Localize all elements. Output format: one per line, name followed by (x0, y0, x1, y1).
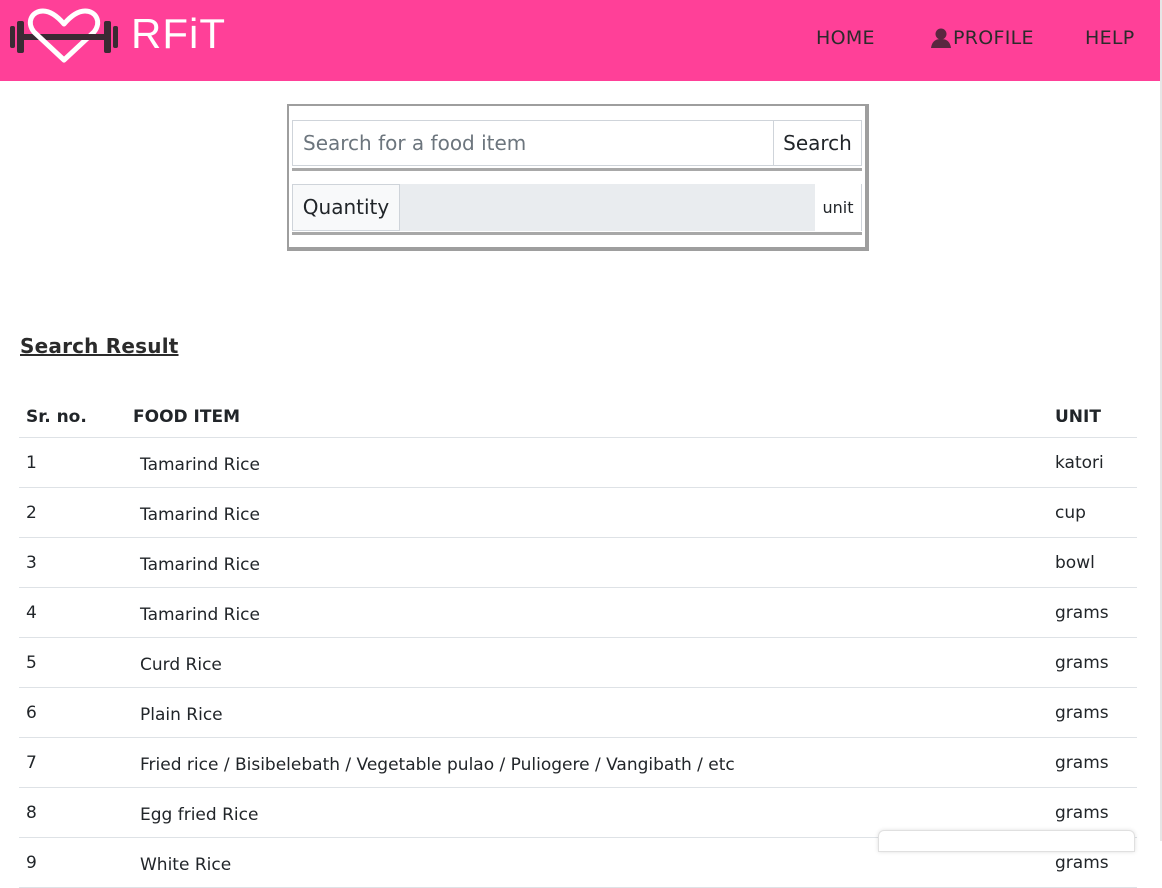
table-row[interactable]: 4 Tamarind Rice grams (19, 587, 1137, 638)
top-navbar: RFiT HOME PROFILE HELP (0, 0, 1160, 81)
table-row[interactable]: 3 Tamarind Rice bowl (19, 537, 1137, 588)
row-food-item: Tamarind Rice (126, 587, 1048, 638)
quantity-input[interactable] (400, 184, 815, 231)
nav-profile-link[interactable]: PROFILE (930, 25, 1034, 51)
row-unit: grams (1048, 737, 1137, 788)
row-food-item: Fried rice / Bisibelebath / Vegetable pu… (126, 737, 1048, 788)
row-sr-no: 5 (19, 637, 126, 688)
row-sr-no: 4 (19, 587, 126, 638)
row-sr-no: 2 (19, 487, 126, 538)
row-unit: grams (1048, 637, 1137, 688)
row-unit: katori (1048, 437, 1137, 488)
row-food-item: Plain Rice (126, 687, 1048, 738)
row-sr-no: 7 (19, 737, 126, 788)
row-food-item: Tamarind Rice (126, 487, 1048, 538)
row-unit: grams (1048, 687, 1137, 738)
table-row[interactable]: 1 Tamarind Rice katori (19, 437, 1137, 488)
food-search-panel: Search Quantity unit (287, 104, 869, 251)
header-sr-no: Sr. no. (19, 396, 126, 438)
row-sr-no: 8 (19, 787, 126, 838)
table-row[interactable]: 5 Curd Rice grams (19, 637, 1137, 688)
header-unit: UNIT (1048, 396, 1137, 438)
table-header-row: Sr. no. FOOD ITEM UNIT (19, 396, 1137, 438)
nav-help-link[interactable]: HELP (1085, 25, 1135, 51)
heart-dumbbell-icon[interactable] (8, 8, 120, 66)
quantity-label: Quantity (292, 184, 400, 231)
table-row[interactable]: 7 Fried rice / Bisibelebath / Vegetable … (19, 737, 1137, 788)
row-food-item: Tamarind Rice (126, 537, 1048, 588)
search-button[interactable]: Search (774, 120, 862, 166)
header-food-item: FOOD ITEM (126, 396, 1048, 438)
row-sr-no: 1 (19, 437, 126, 488)
table-row[interactable]: 6 Plain Rice grams (19, 687, 1137, 738)
row-sr-no: 9 (19, 837, 126, 888)
unit-label: unit (815, 184, 862, 231)
row-food-item: Curd Rice (126, 637, 1048, 688)
row-food-item: Tamarind Rice (126, 437, 1048, 488)
food-search-input[interactable] (292, 120, 774, 166)
row-unit: cup (1048, 487, 1137, 538)
search-row: Search (292, 120, 862, 171)
person-icon (931, 28, 951, 48)
row-sr-no: 6 (19, 687, 126, 738)
row-unit: bowl (1048, 537, 1137, 588)
quantity-row: Quantity unit (292, 184, 862, 235)
brand-name[interactable]: RFiT (131, 10, 226, 58)
row-unit: grams (1048, 587, 1137, 638)
table-row[interactable]: 2 Tamarind Rice cup (19, 487, 1137, 538)
nav-profile-label: PROFILE (953, 27, 1034, 49)
chat-widget-tab[interactable] (878, 830, 1135, 852)
search-results-table: Sr. no. FOOD ITEM UNIT 1 Tamarind Rice k… (19, 396, 1137, 888)
row-sr-no: 3 (19, 537, 126, 588)
search-result-heading: Search Result (20, 334, 179, 358)
nav-home-link[interactable]: HOME (816, 25, 875, 51)
